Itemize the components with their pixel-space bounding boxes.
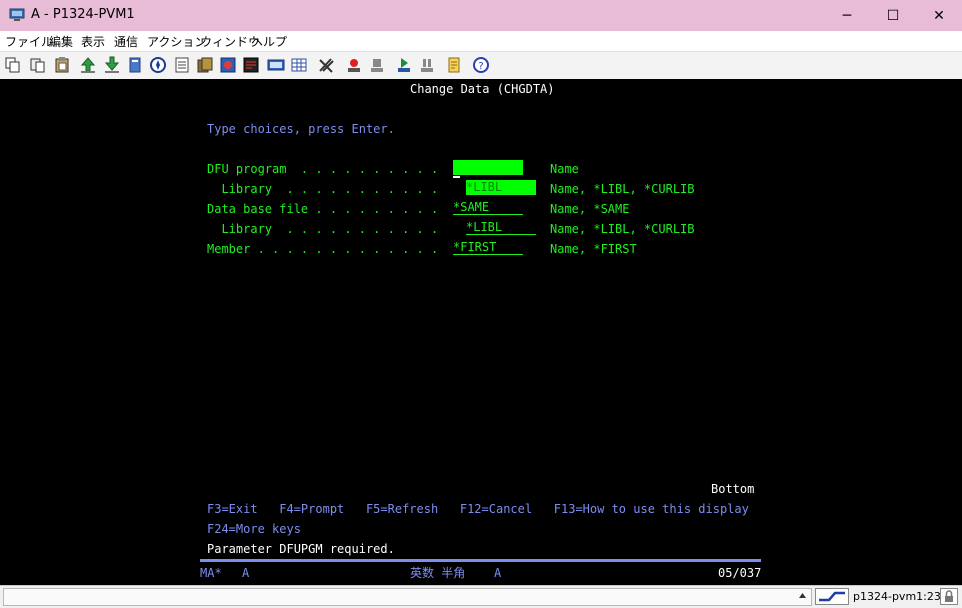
error-message: Parameter DFUPGM required. — [207, 542, 395, 556]
file-library-label: Library . . . . . . . . . . . — [207, 222, 439, 236]
text-cursor — [453, 176, 460, 178]
dfu-program-input[interactable] — [453, 160, 523, 175]
dfu-program-hint: Name — [550, 162, 579, 176]
upload-icon[interactable] — [79, 56, 97, 74]
oia-session: A — [242, 566, 250, 580]
menu-view[interactable]: 表示 — [81, 33, 105, 50]
file-library-hint: Name, *LIBL, *CURLIB — [550, 222, 695, 236]
pause-icon[interactable] — [418, 56, 436, 74]
maximize-button[interactable]: ☐ — [870, 0, 916, 31]
window-title: A - P1324-PVM1 — [31, 7, 135, 22]
title-bar: A - P1324-PVM1 ─ ☐ ✕ — [0, 0, 962, 31]
session-name: p1324-pvm1:23 — [853, 590, 941, 603]
navigator-icon[interactable] — [149, 56, 167, 74]
lock-icon — [940, 588, 958, 605]
record-icon[interactable] — [345, 56, 363, 74]
notes-icon[interactable] — [173, 56, 191, 74]
member-input[interactable]: *FIRST — [453, 240, 523, 255]
copy-icon[interactable] — [4, 56, 22, 74]
paste-icon[interactable] — [29, 56, 47, 74]
menu-action[interactable]: アクション — [147, 33, 206, 50]
function-keys-line1: F3=Exit F4=Prompt F5=Refresh F12=Cancel … — [207, 502, 749, 516]
oia-ime-session: A — [494, 566, 502, 580]
instruction-text: Type choices, press Enter. — [207, 122, 395, 136]
macro-play-icon[interactable] — [196, 56, 214, 74]
minimize-icon: ─ — [842, 7, 852, 24]
menu-communication[interactable]: 通信 — [114, 33, 138, 50]
grid-icon[interactable] — [290, 56, 308, 74]
member-hint: Name, *FIRST — [550, 242, 637, 256]
terminal-screen[interactable]: Change Data (CHGDTA) Type choices, press… — [0, 79, 962, 585]
terminal-window: A - P1324-PVM1 ─ ☐ ✕ ファイル 編集 表示 通信 アクション… — [0, 0, 962, 608]
menu-help[interactable]: ヘルプ — [251, 33, 287, 50]
screen-title: Change Data (CHGDTA) — [410, 82, 555, 96]
connection-icon — [815, 588, 849, 605]
keypad-icon[interactable] — [267, 56, 285, 74]
menu-bar: ファイル 編集 表示 通信 アクション ウィンドウ ヘルプ — [0, 31, 962, 50]
status-bar: p1324-pvm1:23 — [0, 585, 962, 608]
member-label: Member . . . . . . . . . . . . . — [207, 242, 439, 256]
close-button[interactable]: ✕ — [916, 0, 962, 31]
dfu-library-hint: Name, *LIBL, *CURLIB — [550, 182, 695, 196]
svg-text:?: ? — [478, 61, 483, 72]
minimize-button[interactable]: ─ — [824, 0, 870, 31]
dfu-program-label: DFU program . . . . . . . . . . — [207, 162, 439, 176]
close-icon: ✕ — [933, 7, 945, 24]
download-icon[interactable] — [103, 56, 121, 74]
run-icon[interactable] — [395, 56, 413, 74]
status-message-area — [3, 588, 812, 606]
menu-edit[interactable]: 編集 — [49, 33, 73, 50]
function-keys-line2: F24=More keys — [207, 522, 301, 536]
tools-icon[interactable] — [317, 56, 335, 74]
dfu-library-input[interactable]: *LIBL — [466, 180, 536, 195]
display-icon[interactable] — [242, 56, 260, 74]
toolbar: ? — [0, 51, 962, 80]
oia-mode: MA* — [200, 566, 222, 580]
bottom-indicator: Bottom — [711, 482, 755, 496]
database-file-label: Data base file . . . . . . . . . — [207, 202, 439, 216]
help-icon[interactable]: ? — [472, 56, 490, 74]
file-library-input[interactable]: *LIBL — [466, 220, 536, 235]
stop-icon[interactable] — [368, 56, 386, 74]
scroll-up-icon[interactable] — [798, 592, 807, 599]
cursor-position: 05/037 — [718, 566, 762, 580]
document-icon[interactable] — [126, 56, 144, 74]
macro-record-icon[interactable] — [219, 56, 237, 74]
menu-file[interactable]: ファイル — [5, 33, 53, 50]
monitor-icon — [9, 8, 25, 21]
dfu-library-label: Library . . . . . . . . . . . — [207, 182, 439, 196]
maximize-icon: ☐ — [886, 7, 900, 24]
edit-icon[interactable] — [445, 56, 463, 74]
oia-ime: 英数 半角 — [410, 566, 466, 580]
database-file-hint: Name, *SAME — [550, 202, 630, 216]
oia-separator — [200, 559, 761, 562]
clipboard-icon[interactable] — [53, 56, 71, 74]
database-file-input[interactable]: *SAME — [453, 200, 523, 215]
